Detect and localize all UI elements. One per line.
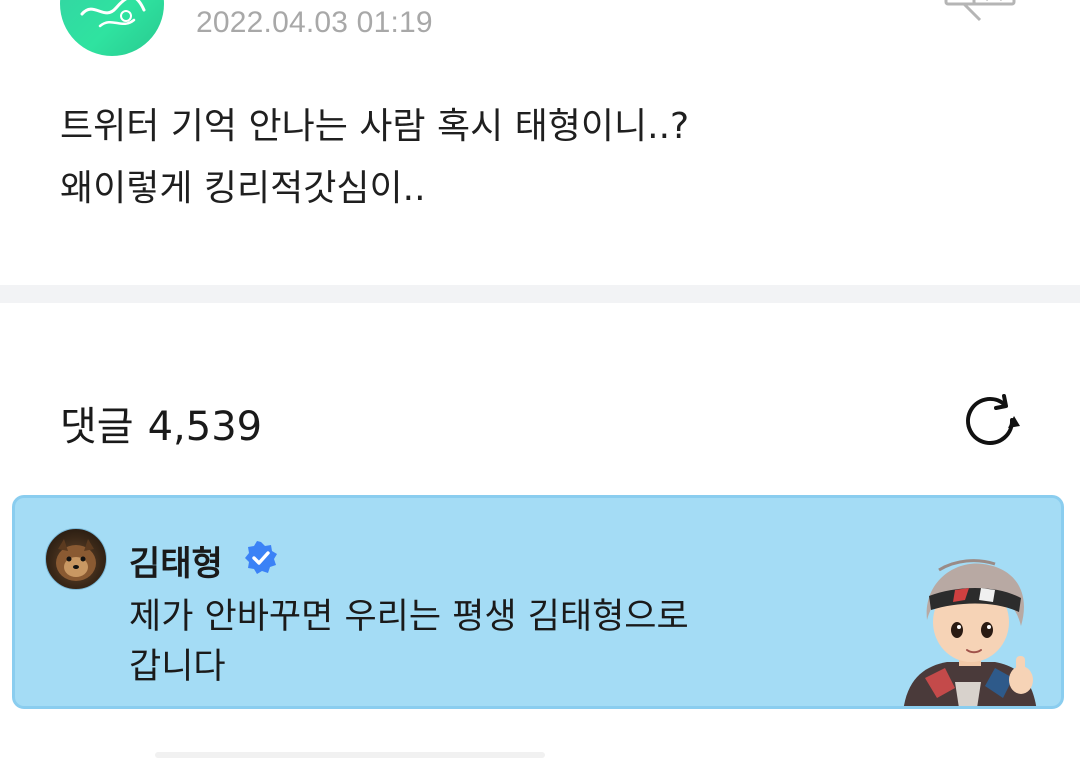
commenter-avatar[interactable] — [45, 528, 107, 590]
comments-label: 댓글 — [60, 404, 134, 450]
commenter-name: 김태형 — [129, 544, 223, 584]
comments-title: 댓글 4,539 — [60, 394, 276, 452]
pinned-comment-line-2: 갑니다 — [129, 647, 226, 687]
pinned-comment-line-1: 제가 안바꾸면 우리는 평생 김태형으로 — [129, 597, 689, 637]
comments-header: 댓글 4,539 — [60, 390, 1030, 454]
post-line-2: 왜이렇게 킹리적갓심이.. — [60, 168, 426, 209]
author-avatar[interactable] — [60, 0, 164, 56]
post-header: 2022.04.03 01:19 — [0, 0, 1080, 70]
signature-logo-icon — [80, 0, 146, 28]
verified-badge-icon — [245, 541, 277, 574]
post-timestamp: 2022.04.03 01:19 — [196, 6, 433, 39]
refresh-button[interactable] — [960, 390, 1024, 454]
pinned-comment-text: 제가 안바꾸면 우리는 평생 김태형으로 갑니다 — [129, 592, 849, 692]
section-divider — [0, 285, 1080, 303]
translate-icon — [944, 0, 1016, 22]
pinned-comment-card[interactable]: 김태형 제가 안바꾸면 우리는 평생 김태형으로 갑니다 — [12, 495, 1064, 709]
translate-button[interactable] — [940, 0, 1018, 28]
next-comment-preview — [155, 752, 545, 758]
character-sticker-icon — [904, 559, 1036, 706]
dog-avatar-icon — [56, 539, 96, 581]
post-line-1: 트위터 기억 안나는 사람 혹시 태형이니..? — [60, 106, 690, 147]
comments-count: 4,539 — [147, 404, 263, 450]
post-content: 트위터 기억 안나는 사람 혹시 태형이니..? 왜이렇게 킹리적갓심이.. — [60, 96, 1020, 220]
refresh-icon — [966, 394, 1020, 445]
